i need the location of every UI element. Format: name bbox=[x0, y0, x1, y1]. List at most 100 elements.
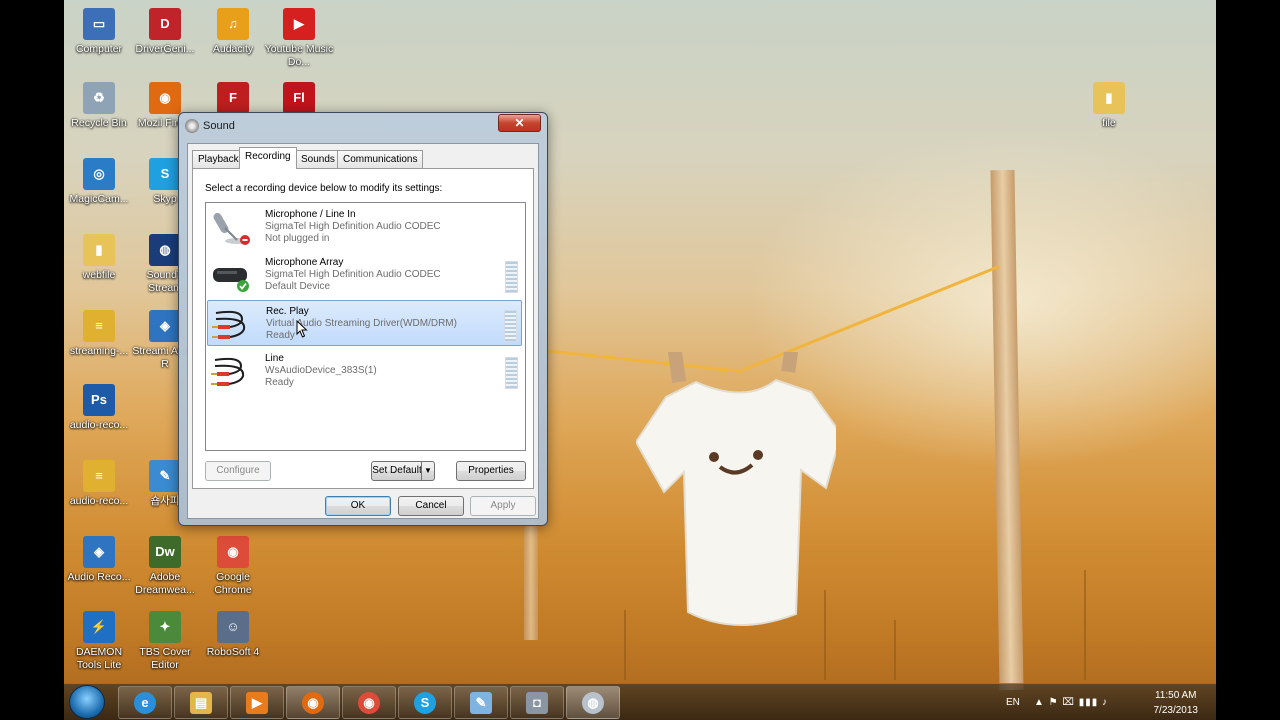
taskbar-skype[interactable]: S bbox=[398, 686, 452, 719]
taskbar-media-player[interactable]: ▶ bbox=[230, 686, 284, 719]
properties-button[interactable]: Properties bbox=[456, 461, 526, 481]
desktop-icon-recycle-bin[interactable]: ♻ Recycle Bin bbox=[64, 82, 134, 130]
language-indicator[interactable]: EN bbox=[1006, 684, 1020, 720]
recording-panel: Select a recording device below to modif… bbox=[192, 168, 534, 489]
drivergenius-icon: D bbox=[149, 8, 181, 40]
desktop-icon-audio-recorder[interactable]: ◈ Audio Reco... bbox=[64, 536, 134, 584]
configure-button[interactable]: Configure bbox=[205, 461, 271, 481]
sound-settings-icon: ◍ bbox=[582, 692, 604, 714]
device-name: Rec. Play bbox=[266, 306, 309, 317]
taskbar-chrome[interactable]: ◉ bbox=[342, 686, 396, 719]
tab-playback[interactable]: Playback bbox=[192, 150, 245, 168]
skype-icon: S bbox=[414, 692, 436, 714]
streaming-audio-icon: ◈ bbox=[149, 310, 181, 342]
dialog-client-area: Playback Recording Sounds Communications… bbox=[187, 143, 539, 519]
soundtap-icon: ◍ bbox=[149, 234, 181, 266]
desktop-icon-tbs-cover[interactable]: ✦ TBS Cover Editor bbox=[130, 611, 200, 672]
desktop-icon-robosoft[interactable]: ☺ RoboSoft 4 bbox=[198, 611, 268, 659]
folder-icon: ▮ bbox=[1093, 82, 1125, 114]
folder-icon: ▮ bbox=[83, 234, 115, 266]
device-item-microphone-line-in[interactable]: Microphone / Line In SigmaTel High Defin… bbox=[207, 204, 522, 250]
grass-blade bbox=[824, 590, 826, 680]
device-driver: Virtual Audio Streaming Driver(WDM/DRM) bbox=[266, 318, 457, 329]
apply-button[interactable]: Apply bbox=[470, 496, 536, 516]
set-default-button[interactable]: Set Default ▼ bbox=[371, 461, 435, 481]
desktop-icon-dreamweaver[interactable]: Dw Adobe Dreamwea... bbox=[130, 536, 200, 597]
device-item-microphone-array[interactable]: Microphone Array SigmaTel High Definitio… bbox=[207, 252, 522, 298]
desktop-icon-audacity[interactable]: ♫ Audacity bbox=[198, 8, 268, 56]
device-name: Line bbox=[265, 353, 284, 364]
dreamweaver-icon: Dw bbox=[149, 536, 181, 568]
device-name: Microphone / Line In bbox=[265, 209, 356, 220]
desktop-icon-computer[interactable]: ▭ Computer bbox=[64, 8, 134, 56]
robosoft-icon: ☺ bbox=[217, 611, 249, 643]
desktop-icon-youtube[interactable]: ▶ Youtube Music Do... bbox=[264, 8, 334, 69]
taskbar-firefox[interactable]: ◉ bbox=[286, 686, 340, 719]
chrome-icon: ◉ bbox=[358, 692, 380, 714]
device-status: Ready bbox=[266, 330, 295, 341]
dialog-title: Sound bbox=[203, 120, 235, 132]
grass-blade bbox=[624, 610, 626, 680]
skype-icon: S bbox=[149, 158, 181, 190]
rca-cable-icon bbox=[212, 310, 246, 339]
speaker-icon bbox=[185, 119, 199, 133]
clock[interactable]: 11:50 AM 7/23/2013 bbox=[1154, 688, 1199, 718]
desktop-icon-audio-reco-psd[interactable]: Ps audio-reco... bbox=[64, 384, 134, 432]
taskbar-internet-explorer[interactable]: e bbox=[118, 686, 172, 719]
desktop: ▭ Computer D DriverGeni... ♫ Audacity ▶ Yout… bbox=[64, 0, 1216, 720]
taskbar-sound-settings[interactable]: ◍ bbox=[566, 686, 620, 719]
device-driver: SigmaTel High Definition Audio CODEC bbox=[265, 269, 441, 280]
clock-date: 7/23/2013 bbox=[1153, 705, 1199, 716]
wooden-pole bbox=[990, 169, 1024, 691]
desktop-icon-magiccam[interactable]: ◎ MagicCam... bbox=[64, 158, 134, 206]
system-tray-icons[interactable]: ▲ ⚑ ⌧ ▮▮▮ ♪ bbox=[1034, 684, 1108, 720]
audacity-icon: ♫ bbox=[217, 8, 249, 40]
device-item-line[interactable]: Line WsAudioDevice_383S(1) Ready bbox=[207, 348, 522, 394]
desktop-icon-file-folder[interactable]: ▮ file bbox=[1074, 82, 1144, 130]
ok-button[interactable]: OK bbox=[325, 496, 391, 516]
archive-icon: ≡ bbox=[83, 310, 115, 342]
youtube-icon: ▶ bbox=[283, 8, 315, 40]
taskbar-camera[interactable]: ◘ bbox=[510, 686, 564, 719]
desktop-icon-webfile[interactable]: ▮ webfile bbox=[64, 234, 134, 282]
cancel-button[interactable]: Cancel bbox=[398, 496, 464, 516]
filezilla-icon: F bbox=[217, 82, 249, 114]
archive-icon: ≡ bbox=[83, 460, 115, 492]
audio-recorder-icon: ◈ bbox=[83, 536, 115, 568]
grass-blade bbox=[1084, 570, 1086, 680]
flash-icon: Fl bbox=[283, 82, 315, 114]
device-list[interactable]: Microphone / Line In SigmaTel High Defin… bbox=[205, 202, 526, 451]
tab-recording[interactable]: Recording bbox=[239, 147, 297, 169]
device-item-rec-play[interactable]: Rec. Play Virtual Audio Streaming Driver… bbox=[207, 300, 522, 346]
desktop-icon-drivergenius[interactable]: D DriverGeni... bbox=[130, 8, 200, 56]
app-icon: ✎ bbox=[149, 460, 181, 492]
tshirt-image bbox=[636, 352, 836, 626]
device-driver: SigmaTel High Definition Audio CODEC bbox=[265, 221, 441, 232]
level-meter bbox=[505, 261, 518, 293]
taskbar-notepad[interactable]: ✎ bbox=[454, 686, 508, 719]
tab-communications[interactable]: Communications bbox=[337, 150, 424, 168]
chevron-down-icon[interactable]: ▼ bbox=[421, 462, 434, 480]
desktop-icon-chrome[interactable]: ◉ Google Chrome bbox=[198, 536, 268, 597]
file-explorer-icon: ▤ bbox=[190, 692, 212, 714]
device-name: Microphone Array bbox=[265, 257, 344, 268]
start-button[interactable] bbox=[69, 685, 105, 719]
tbs-cover-icon: ✦ bbox=[149, 611, 181, 643]
desktop-icon-audio-reco-archive[interactable]: ≡ audio-reco... bbox=[64, 460, 134, 508]
instruction-text: Select a recording device below to modif… bbox=[205, 183, 443, 194]
magiccam-icon: ◎ bbox=[83, 158, 115, 190]
media-player-icon: ▶ bbox=[246, 692, 268, 714]
desktop-icon-streaming-archive[interactable]: ≡ streaming-... bbox=[64, 310, 134, 358]
mouse-cursor-icon bbox=[296, 320, 308, 338]
taskbar-file-explorer[interactable]: ▤ bbox=[174, 686, 228, 719]
close-button[interactable]: ✕ bbox=[498, 114, 541, 132]
desktop-icon-daemon-tools[interactable]: ⚡ DAEMON Tools Lite bbox=[64, 611, 134, 672]
notepad-icon: ✎ bbox=[470, 692, 492, 714]
tab-sounds[interactable]: Sounds bbox=[295, 150, 341, 168]
daemon-tools-icon: ⚡ bbox=[83, 611, 115, 643]
chrome-icon: ◉ bbox=[217, 536, 249, 568]
taskbar: e ▤ ▶ ◉ ◉ S ✎ ◘ ◍ EN ▲ ⚑ ⌧ ▮▮▮ ♪ 11:50 A… bbox=[64, 683, 1216, 720]
microphone-icon bbox=[213, 212, 250, 245]
recycle-bin-icon: ♻ bbox=[83, 82, 115, 114]
level-meter bbox=[504, 310, 517, 342]
